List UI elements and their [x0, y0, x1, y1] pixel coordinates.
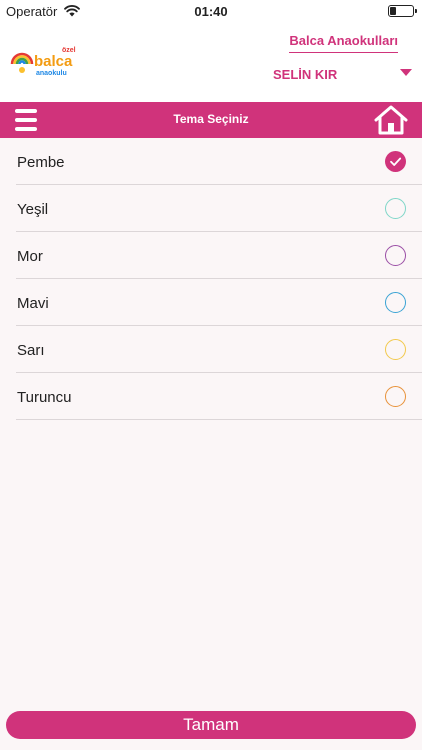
logo-sub-word: anaokulu: [36, 70, 67, 77]
status-bar: Operatör 01:40: [0, 0, 422, 22]
hamburger-menu-icon[interactable]: [15, 109, 37, 131]
unchecked-radio-icon[interactable]: [385, 386, 406, 407]
theme-label: Mavi: [17, 295, 49, 312]
unchecked-radio-icon[interactable]: [385, 245, 406, 266]
theme-label: Mor: [17, 248, 43, 265]
done-button[interactable]: Tamam: [6, 711, 416, 739]
clock: 01:40: [194, 4, 228, 19]
theme-label: Pembe: [17, 154, 65, 171]
theme-item-turuncu[interactable]: Turuncu: [16, 373, 422, 420]
dropdown-arrow-icon[interactable]: [400, 69, 412, 76]
theme-label: Sarı: [17, 342, 45, 359]
school-name: Balca Anaokulları: [289, 33, 398, 53]
logo-main-word: balca: [34, 53, 73, 70]
theme-label: Turuncu: [17, 389, 72, 406]
battery-icon: [388, 5, 417, 17]
theme-item-mavi[interactable]: Mavi: [16, 279, 422, 326]
page-title: Tema Seçiniz: [173, 112, 249, 126]
theme-label: Yeşil: [17, 201, 49, 218]
nav-bar: Tema Seçiniz: [0, 102, 422, 138]
unchecked-radio-icon[interactable]: [385, 339, 406, 360]
app-header: özel balca anaokulu Balca Anaokulları SE…: [0, 22, 422, 102]
theme-item-pembe[interactable]: Pembe: [16, 138, 422, 185]
theme-item-sari[interactable]: Sarı: [16, 326, 422, 373]
unchecked-radio-icon[interactable]: [385, 198, 406, 219]
theme-list: Pembe Yeşil Mor Mavi Sarı Turuncu: [16, 138, 422, 420]
checked-radio-icon[interactable]: [385, 151, 406, 172]
user-name[interactable]: SELİN KIR: [273, 67, 337, 82]
unchecked-radio-icon[interactable]: [385, 292, 406, 313]
home-icon[interactable]: [374, 105, 408, 135]
theme-item-yesil[interactable]: Yeşil: [16, 185, 422, 232]
theme-item-mor[interactable]: Mor: [16, 232, 422, 279]
school-logo: özel balca anaokulu: [10, 47, 76, 77]
